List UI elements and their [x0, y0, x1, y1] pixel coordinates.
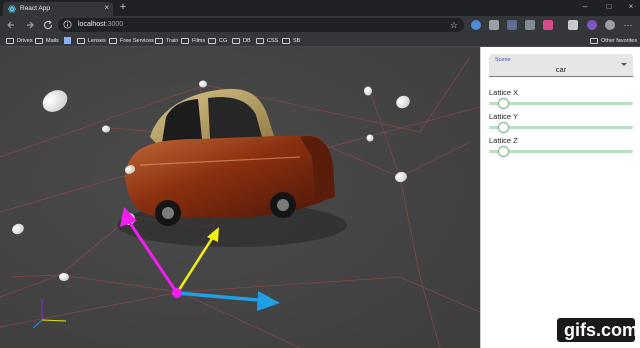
folder-icon — [282, 37, 290, 44]
image-icon — [64, 37, 71, 44]
bookmark-label: CG — [219, 37, 228, 44]
lattice-z-label: Lattice Z — [489, 136, 518, 145]
bookmark-css[interactable]: CSS — [256, 35, 278, 46]
bookmark-free-services[interactable]: Free Services — [109, 35, 154, 46]
bookmark-label: Mails — [46, 37, 59, 44]
lattice-x-thumb[interactable] — [497, 98, 509, 109]
bookmark-train[interactable]: Train — [155, 35, 178, 46]
browser-toolbar: localhost:3000 ☆ ⋯ — [0, 16, 640, 34]
car-rear-hub — [162, 207, 174, 219]
bookmark-drives[interactable]: Drives — [6, 35, 33, 46]
tab-strip: React App × + – □ × — [0, 0, 640, 16]
bookmark-label: SB — [293, 37, 301, 44]
extension-shield-icon[interactable] — [525, 20, 535, 30]
bookmark-label: CSS — [267, 37, 279, 44]
tab-react-app[interactable]: React App × — [3, 2, 113, 16]
maximize-button[interactable]: □ — [602, 1, 616, 13]
lattice-z-track[interactable] — [489, 150, 633, 153]
gizmo-center[interactable] — [172, 288, 182, 298]
lattice-y-label: Lattice Y — [489, 112, 519, 121]
emoji-feedback-icon[interactable] — [605, 20, 615, 30]
folder-icon — [109, 37, 117, 44]
control-point[interactable] — [102, 125, 110, 133]
url-host: localhost — [78, 21, 106, 28]
bookmark-films[interactable]: Films — [181, 35, 205, 46]
control-point[interactable] — [364, 86, 372, 96]
reload-icon[interactable] — [42, 19, 54, 31]
bookmark-label: Drives — [17, 37, 33, 44]
control-point[interactable] — [125, 166, 133, 174]
car-front-hub — [277, 199, 289, 211]
bookmark-star-icon[interactable]: ☆ — [450, 19, 458, 31]
react-icon — [8, 5, 16, 13]
bookmark-label: DB — [243, 37, 251, 44]
extension-pink-icon[interactable] — [543, 20, 553, 30]
bookmark-cg[interactable]: CG — [208, 35, 227, 46]
bookmark-sb[interactable]: SB — [282, 35, 300, 46]
lattice-y-track[interactable] — [489, 126, 633, 129]
minimize-button[interactable]: – — [578, 1, 592, 13]
control-point[interactable] — [59, 273, 69, 281]
lattice-x-track[interactable] — [489, 102, 633, 105]
bookmark-label: Lenses — [88, 37, 106, 44]
extension-puzzle-icon[interactable] — [489, 20, 499, 30]
url-text: localhost:3000 — [78, 19, 123, 31]
close-window-button[interactable]: × — [624, 1, 638, 13]
extension-globe-icon[interactable] — [471, 20, 481, 30]
lattice-y-thumb[interactable] — [497, 122, 509, 133]
profile-avatar[interactable] — [587, 20, 597, 30]
back-icon[interactable] — [5, 19, 17, 31]
more-menu-icon[interactable]: ⋯ — [623, 20, 633, 30]
bookmark-db[interactable]: DB — [232, 35, 251, 46]
folder-icon — [232, 37, 240, 44]
extension-app-icon[interactable] — [507, 20, 517, 30]
scene-canvas[interactable] — [0, 47, 480, 348]
tab-title: React App — [20, 5, 50, 12]
tab-close-icon[interactable]: × — [104, 3, 109, 13]
lattice-x-label: Lattice X — [489, 88, 519, 97]
scene-select[interactable]: Scene car — [489, 54, 633, 77]
address-bar[interactable]: localhost:3000 ☆ — [58, 18, 464, 32]
bookmark-label: Films — [192, 37, 206, 44]
bookmarks-bar: Drives Mails Lenses Free Services Train … — [0, 34, 640, 47]
folder-icon — [77, 37, 85, 44]
bookmark-label: Train — [166, 37, 179, 44]
browser-window: React App × + – □ × localhost:3000 ☆ ⋯ D… — [0, 0, 640, 348]
folder-icon — [256, 37, 264, 44]
info-icon[interactable] — [63, 20, 72, 29]
bookmark-image[interactable] — [64, 35, 74, 46]
bookmark-label: Free Services — [120, 37, 154, 44]
folder-icon — [208, 37, 216, 44]
bookmark-mails[interactable]: Mails — [35, 35, 59, 46]
watermark-logo: gifs.com — [557, 318, 639, 342]
url-port: :3000 — [105, 21, 124, 28]
collections-icon[interactable] — [568, 20, 578, 30]
bookmark-other-favorites[interactable]: Other favorites — [590, 35, 637, 46]
folder-icon — [35, 37, 43, 44]
controls-panel: Scene car Lattice X Lattice Y Lattice Z — [480, 47, 640, 348]
control-point[interactable] — [366, 134, 374, 142]
folder-icon — [155, 37, 163, 44]
scene-select-label: Scene — [495, 57, 511, 63]
folder-icon — [181, 37, 189, 44]
lattice-z-thumb[interactable] — [497, 146, 509, 157]
dropdown-arrow-icon[interactable] — [621, 63, 627, 66]
scene-select-value: car — [555, 65, 567, 74]
folder-icon — [6, 37, 14, 44]
control-point[interactable] — [199, 80, 207, 88]
new-tab-button[interactable]: + — [117, 1, 129, 13]
folder-icon — [590, 37, 598, 44]
bookmark-label: Other favorites — [601, 37, 638, 44]
watermark-text: gifs.com — [564, 320, 639, 340]
bookmark-lenses[interactable]: Lenses — [77, 35, 106, 46]
forward-icon[interactable] — [24, 19, 36, 31]
car-body — [125, 134, 334, 217]
3d-viewport[interactable] — [0, 47, 480, 348]
